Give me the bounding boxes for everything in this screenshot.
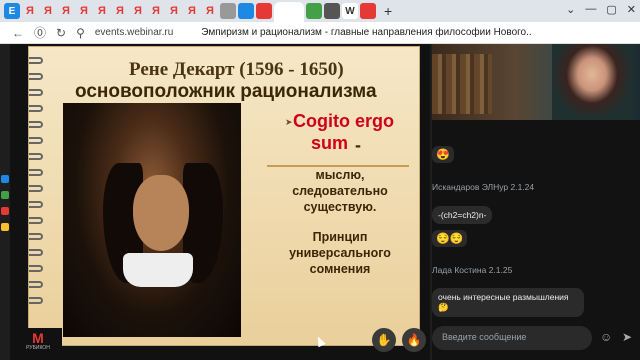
tab-strip: E Я Я Я Я Я Я Я Я Я Я Я W + ⌄ — ▢ ✕ — [0, 0, 640, 22]
tab-generic[interactable] — [256, 3, 272, 19]
maximize-icon[interactable]: ▢ — [606, 3, 616, 16]
minimize-icon[interactable]: — — [585, 3, 596, 16]
slide-subtitle: основоположник рационализма — [75, 81, 377, 102]
tab-yandex[interactable]: Я — [94, 3, 110, 19]
latin-dash: - — [355, 135, 361, 155]
new-tab-icon[interactable]: + — [384, 3, 392, 19]
tab-generic[interactable] — [238, 3, 254, 19]
slide-body-principle: Принцип универсального сомнения — [265, 229, 415, 277]
tab-yandex[interactable]: Я — [130, 3, 146, 19]
chat-panel: 😍 Искандаров ЭЛНур 2.1.24 -(ch2=ch2)n- 😌… — [432, 44, 640, 360]
tab-yandex[interactable]: Я — [58, 3, 74, 19]
latin-phrase-line1: Cogito ergo — [293, 111, 394, 131]
back-icon[interactable]: ← — [12, 26, 24, 40]
tab-yandex[interactable]: Я — [76, 3, 92, 19]
close-icon[interactable]: ✕ — [627, 3, 636, 16]
slide: Рене Декарт (1596 - 1650) основоположник… — [28, 46, 420, 346]
chat-message: очень интересные размышления 🤔 — [432, 288, 584, 317]
raise-hand-button[interactable]: ✋ — [372, 328, 396, 352]
slide-body: мыслю, следовательно существую. — [265, 167, 415, 215]
body-line: следовательно — [292, 184, 388, 198]
chat-message-emoji: 😍 — [432, 146, 454, 163]
chat-author: Искандаров ЭЛНур 2.1.24 — [432, 182, 535, 192]
speaker-video — [432, 44, 640, 120]
chat-message-emoji: 😌😌 — [432, 230, 468, 247]
body-line: существую. — [303, 200, 377, 214]
side-rail — [0, 175, 10, 275]
tab-yandex[interactable]: Я — [22, 3, 38, 19]
site-icon[interactable]: ⓪ — [34, 24, 46, 41]
site-info-icon[interactable]: ⚲ — [76, 26, 85, 40]
tab-yandex[interactable]: Я — [202, 3, 218, 19]
chat-author: Лада Костина 2.1.25 — [432, 265, 513, 275]
chat-message-input[interactable]: Введите сообщение — [432, 326, 592, 350]
brand-logo: M РУБИКОН — [14, 328, 62, 354]
tab-generic[interactable] — [220, 3, 236, 19]
hand-icon: ✋ — [376, 333, 392, 347]
rail-app-icon[interactable] — [1, 191, 9, 199]
url-field[interactable]: events.webinar.ru — [95, 27, 173, 38]
send-icon[interactable]: ➤ — [622, 330, 632, 344]
reaction-button[interactable]: 🔥 — [402, 328, 426, 352]
body-line: Принцип — [312, 230, 368, 244]
bullet-arrow-icon: ➤ — [285, 117, 293, 127]
reload-icon[interactable]: ↻ — [56, 26, 66, 40]
body-line: универсального — [289, 246, 391, 260]
page-title: Эмпиризм и рационализм - главные направл… — [201, 27, 532, 38]
tab-active[interactable] — [274, 2, 304, 22]
fire-icon: 🔥 — [406, 333, 422, 347]
notebook-spiral — [29, 57, 43, 337]
tab-yandex[interactable]: Я — [40, 3, 56, 19]
chevron-down-icon[interactable]: ⌄ — [566, 3, 575, 16]
address-bar: ← ⓪ ↻ ⚲ events.webinar.ru Эмпиризм и рац… — [0, 22, 640, 44]
tab-yandex[interactable]: Я — [166, 3, 182, 19]
window-controls: ⌄ — ▢ ✕ — [566, 3, 636, 16]
tab-yandex[interactable]: Я — [184, 3, 200, 19]
body-line: сомнения — [309, 262, 371, 276]
tab-wiki[interactable]: W — [342, 3, 358, 19]
tab-generic[interactable] — [324, 3, 340, 19]
rail-app-icon[interactable] — [1, 223, 9, 231]
tab-favicon-e[interactable]: E — [4, 3, 20, 19]
tab-generic[interactable] — [306, 3, 322, 19]
descartes-portrait — [63, 103, 241, 337]
logo-text: РУБИКОН — [26, 345, 50, 351]
tab-yandex[interactable]: Я — [112, 3, 128, 19]
logo-mark: M — [32, 330, 44, 346]
body-line: мыслю, — [315, 168, 365, 182]
emoji-picker-icon[interactable]: ☺ — [600, 330, 612, 344]
latin-phrase-line2: sum — [311, 133, 349, 153]
slide-title: Рене Декарт (1596 - 1650) — [129, 59, 344, 80]
presentation-stage: Рене Декарт (1596 - 1650) основоположник… — [10, 44, 430, 360]
tab-generic[interactable] — [360, 3, 376, 19]
rail-app-icon[interactable] — [1, 175, 9, 183]
chat-message: -(ch2=ch2)n- — [432, 206, 493, 224]
rail-app-icon[interactable] — [1, 207, 9, 215]
tab-yandex[interactable]: Я — [148, 3, 164, 19]
